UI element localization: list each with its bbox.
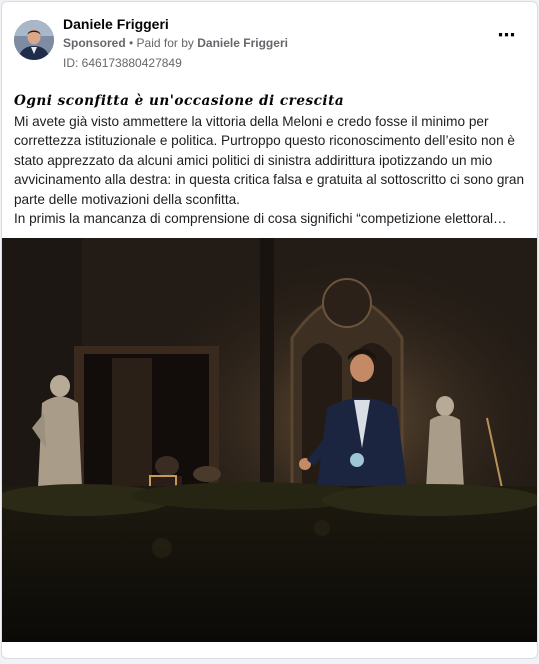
sponsorship-info: Sponsored • Paid for by Daniele Friggeri: [63, 36, 288, 50]
avatar-image: [14, 20, 54, 60]
sponsored-label: Sponsored: [63, 36, 126, 50]
author-name[interactable]: Daniele Friggeri: [63, 16, 169, 32]
post-body: Ogni sconfitta è un'occasione di crescit…: [14, 92, 529, 229]
ad-id: ID: 646173880427849: [63, 56, 182, 70]
post-paragraph: Mi avete già visto ammettere la vittoria…: [14, 113, 525, 207]
paid-for-prefix: Paid for by: [136, 36, 198, 50]
post-paragraph-truncated[interactable]: In primis la mancanza di comprensione di…: [14, 209, 523, 229]
post-image[interactable]: [2, 238, 537, 642]
more-options-icon[interactable]: ⋯: [495, 26, 517, 46]
ad-card: Daniele Friggeri Sponsored • Paid for by…: [1, 1, 538, 659]
event-photo: [2, 238, 537, 642]
post-headline: Ogni sconfitta è un'occasione di crescit…: [14, 93, 345, 109]
separator-dot: •: [125, 36, 137, 50]
post-header: Daniele Friggeri Sponsored • Paid for by…: [2, 2, 537, 78]
paid-for-by-name[interactable]: Daniele Friggeri: [197, 36, 288, 50]
author-avatar[interactable]: [14, 20, 54, 60]
